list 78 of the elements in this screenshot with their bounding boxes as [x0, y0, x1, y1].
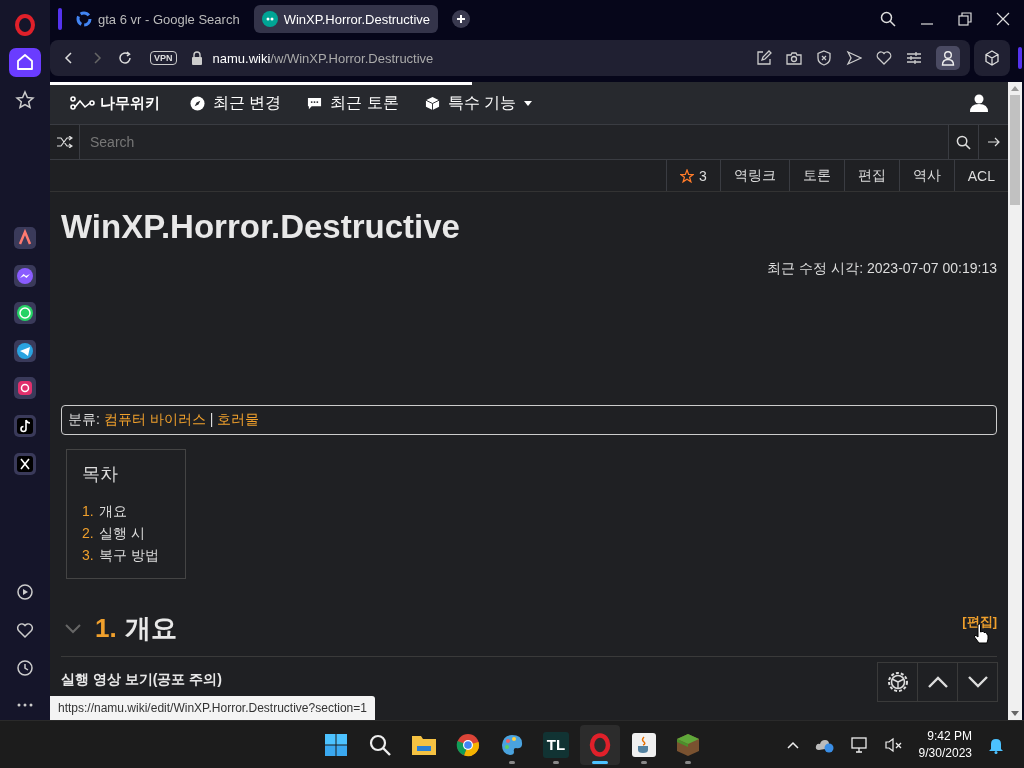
- nav-link[interactable]: 최근 변경: [190, 92, 282, 114]
- toc-item: 복구 방법: [98, 546, 159, 565]
- page-action-button[interactable]: 편집: [843, 160, 899, 191]
- site-logo[interactable]: 나무위키: [70, 93, 160, 113]
- caret-icon: [524, 100, 533, 106]
- scroll-down-arrow-icon[interactable]: [1011, 711, 1019, 717]
- scroll-down-button[interactable]: [957, 662, 998, 702]
- chat-icon: [307, 95, 323, 111]
- site-icon: [261, 11, 278, 27]
- chevron-up-icon: [927, 676, 948, 688]
- search-field[interactable]: Search: [80, 125, 948, 159]
- toc-title: 목차: [82, 463, 119, 486]
- clock-date[interactable]: 9/30/2023: [918, 744, 972, 762]
- muted-speaker-icon[interactable]: [884, 736, 903, 753]
- profile-button[interactable]: [936, 46, 960, 70]
- google-icon: [76, 11, 92, 27]
- toc-item: 실행 시: [98, 524, 145, 543]
- browser-tab[interactable]: gta 6 vr - Google Search: [68, 5, 248, 33]
- category-link[interactable]: 컴퓨터 바이러스: [103, 411, 206, 429]
- compass-icon: [190, 95, 205, 111]
- lock-icon: [190, 51, 203, 65]
- toc-item: 개요: [98, 502, 127, 521]
- camera-icon[interactable]: [786, 50, 802, 66]
- toc-number-link[interactable]: 2.: [82, 522, 94, 544]
- search-icon: [956, 134, 971, 150]
- category-separator: |: [209, 411, 214, 429]
- home-icon[interactable]: [9, 47, 41, 78]
- edit-icon[interactable]: [756, 50, 772, 66]
- scrollbar-thumb[interactable]: [1010, 95, 1020, 205]
- section-edit-link[interactable]: [편집]: [962, 613, 997, 631]
- clock-time[interactable]: 9:42 PM: [927, 727, 972, 745]
- settings-button[interactable]: [877, 662, 918, 702]
- section-number-link[interactable]: 1.: [95, 613, 117, 644]
- page-title: WinXP.Horror.Destructive: [61, 208, 461, 246]
- star-button[interactable]: 3: [665, 160, 720, 191]
- section-title: 개요: [124, 612, 177, 645]
- video-heading: 실행 영상 보기(공포 주의): [61, 671, 222, 689]
- opera-taskbar-icon[interactable]: [580, 724, 620, 765]
- arrow-right-icon: [987, 137, 1000, 147]
- star-icon: [679, 168, 694, 183]
- chevron-down-icon: [967, 676, 988, 688]
- send-icon[interactable]: [846, 50, 862, 66]
- link-status-tooltip: https://namu.wiki/edit/WinXP.Horror.Destructive?section=1: [50, 696, 375, 720]
- page-action-button[interactable]: 역링크: [719, 160, 789, 191]
- close-icon[interactable]: [996, 12, 1010, 26]
- network-icon[interactable]: [850, 736, 869, 753]
- plus-icon: [456, 14, 467, 24]
- last-modified-text: 최근 수정 시각: 2023-07-07 00:19:13: [766, 260, 997, 278]
- toc-number-link[interactable]: 3.: [82, 544, 94, 566]
- scrollbar[interactable]: [1008, 82, 1022, 720]
- category-link[interactable]: 호러물: [217, 411, 260, 429]
- toc-number-link[interactable]: 1.: [82, 500, 94, 522]
- shuffle-icon: [56, 136, 73, 148]
- nav-link[interactable]: 특수 기능: [424, 92, 533, 114]
- heart-icon[interactable]: [876, 50, 892, 66]
- settings-icon: [885, 670, 910, 694]
- search-icon[interactable]: [880, 11, 896, 27]
- browser-tab[interactable]: WinXP.Horror.Destructive: [253, 5, 439, 33]
- cube-icon[interactable]: [984, 50, 1000, 66]
- cube-icon: [424, 95, 440, 111]
- url-text: namu.wiki/w/WinXP.Horror.Destructive: [212, 50, 434, 66]
- new-tab-button[interactable]: [452, 10, 471, 28]
- reload-icon[interactable]: [118, 51, 132, 65]
- scroll-up-button[interactable]: [917, 662, 958, 702]
- settings-icon[interactable]: [906, 50, 922, 66]
- chevron-up-icon[interactable]: [786, 740, 799, 749]
- user-icon[interactable]: [970, 94, 988, 112]
- category-label: 분류:: [68, 411, 100, 429]
- tree-logo-icon: [70, 96, 96, 110]
- vpn-badge[interactable]: VPN: [150, 51, 177, 65]
- collapse-chevron-icon[interactable]: [65, 623, 81, 634]
- page-action-button[interactable]: 역사: [898, 160, 954, 191]
- page-action-button[interactable]: 토론: [788, 160, 844, 191]
- person-icon: [941, 50, 955, 66]
- shield-icon[interactable]: [816, 50, 832, 66]
- nav-link[interactable]: 최근 토론: [307, 92, 399, 114]
- restore-icon[interactable]: [958, 12, 972, 26]
- address-bar[interactable]: VPN namu.wiki/w/WinXP.Horror.Destructive: [50, 40, 970, 76]
